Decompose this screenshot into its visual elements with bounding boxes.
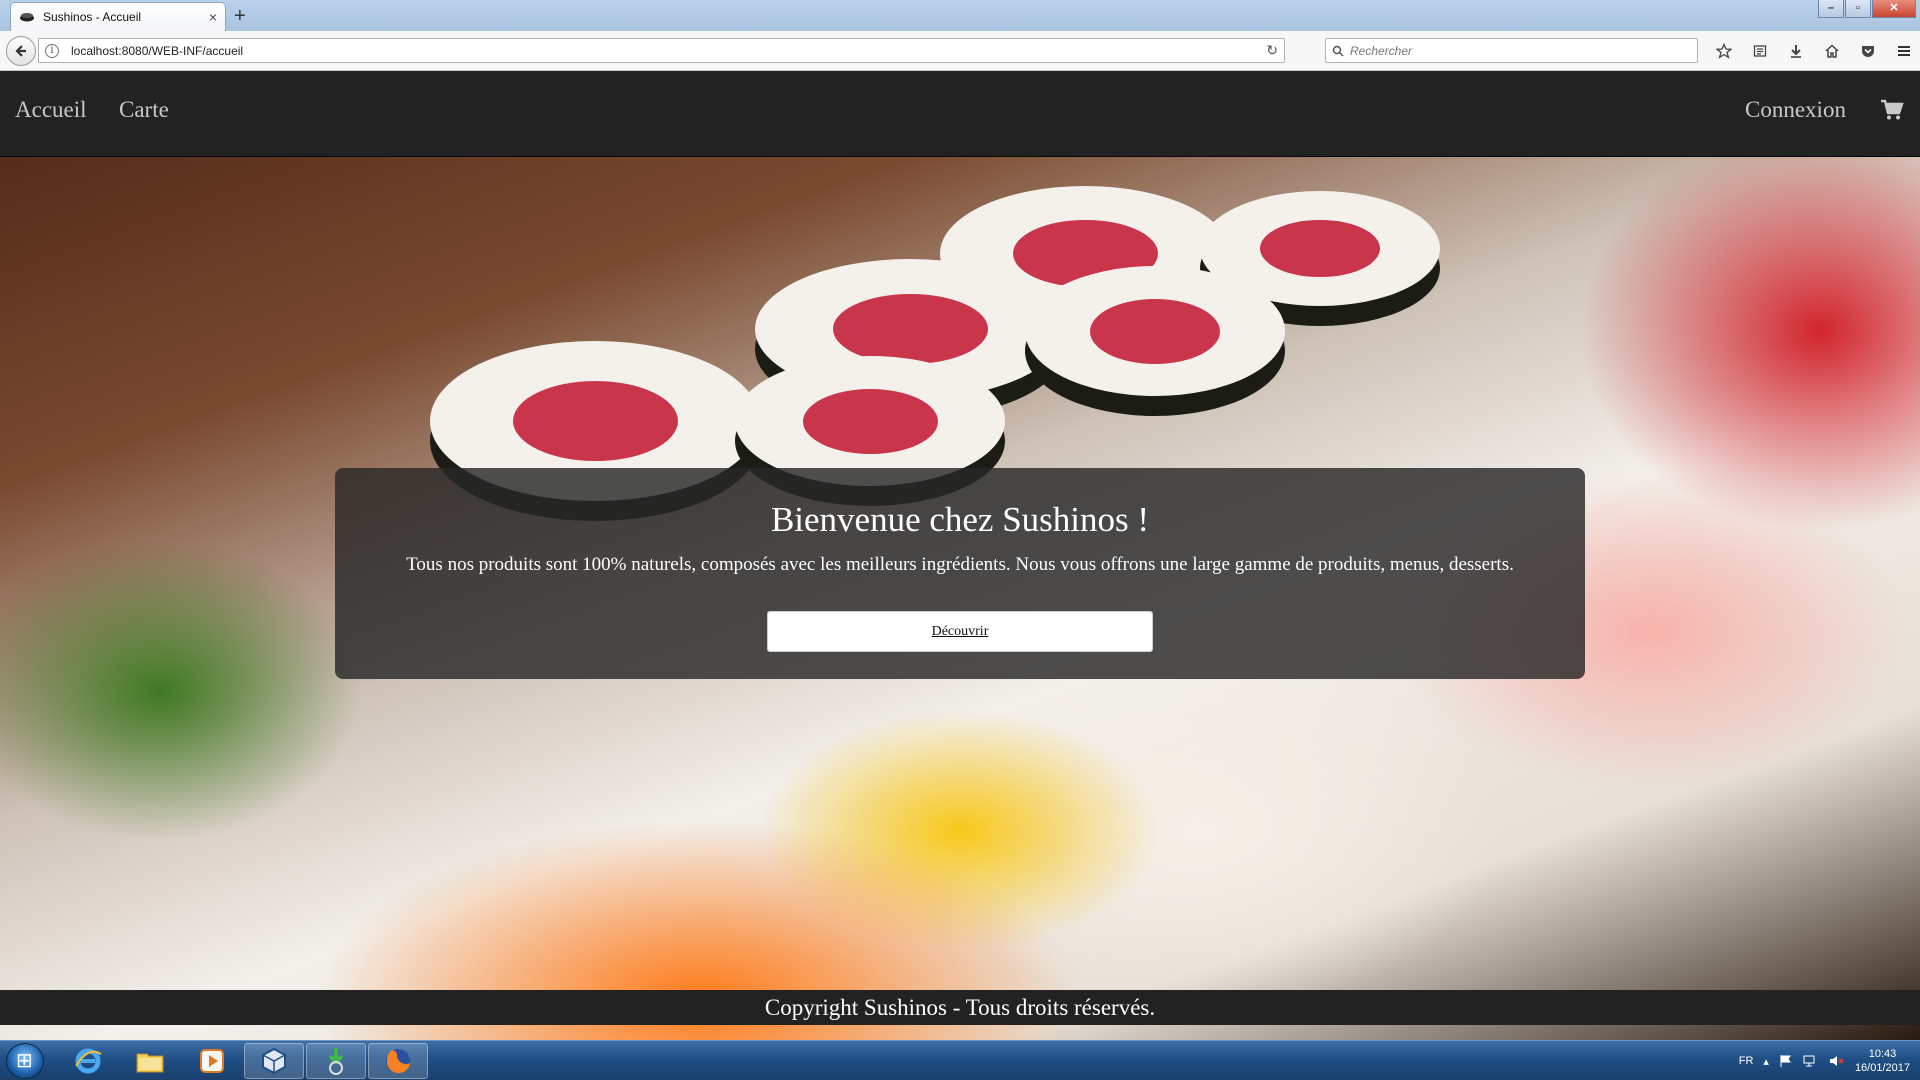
search-icon bbox=[1332, 45, 1344, 57]
bookmark-star-icon[interactable] bbox=[1706, 39, 1742, 63]
welcome-jumbotron: Bienvenue chez Sushinos ! Tous nos produ… bbox=[335, 468, 1585, 679]
discover-button[interactable]: Découvrir bbox=[767, 611, 1153, 652]
system-tray: FR ▴ 10:43 16/01/2017 bbox=[1739, 1041, 1910, 1080]
start-button[interactable] bbox=[6, 1043, 44, 1079]
system-clock[interactable]: 10:43 16/01/2017 bbox=[1855, 1047, 1910, 1075]
file-explorer-icon[interactable] bbox=[120, 1043, 180, 1079]
window-controls: – ▫ ✕ bbox=[1818, 0, 1916, 18]
address-bar[interactable]: i localhost:8080/WEB-INF/accueil ↻ bbox=[38, 38, 1285, 63]
shopping-cart-icon[interactable] bbox=[1880, 99, 1904, 126]
firefox-icon[interactable] bbox=[368, 1043, 428, 1079]
maximize-icon[interactable]: ▫ bbox=[1845, 0, 1871, 18]
sushi-favicon-icon bbox=[19, 11, 37, 23]
url-text[interactable]: localhost:8080/WEB-INF/accueil bbox=[71, 44, 1266, 58]
browser-navigation-bar: i localhost:8080/WEB-INF/accueil ↻ Reche… bbox=[0, 31, 1920, 71]
search-input[interactable]: Rechercher bbox=[1325, 38, 1698, 63]
browser-tab-bar: Sushinos - Accueil × + – ▫ ✕ bbox=[0, 0, 1920, 31]
browser-tab-active[interactable]: Sushinos - Accueil × bbox=[10, 2, 226, 31]
download-icon[interactable] bbox=[1778, 39, 1814, 63]
network-icon[interactable] bbox=[1803, 1054, 1819, 1068]
download-manager-icon[interactable] bbox=[306, 1043, 366, 1079]
volume-muted-icon[interactable] bbox=[1829, 1054, 1845, 1068]
reload-icon[interactable]: ↻ bbox=[1266, 42, 1278, 59]
web-page: Accueil Carte Connexion Bienvenue chez S… bbox=[0, 71, 1920, 1040]
nav-menu-link[interactable]: Carte bbox=[119, 97, 169, 123]
media-player-icon[interactable] bbox=[182, 1043, 242, 1079]
virtualbox-icon[interactable] bbox=[244, 1043, 304, 1079]
sushi-roll-image bbox=[735, 356, 1005, 486]
nav-home-link[interactable]: Accueil bbox=[15, 97, 87, 123]
action-center-flag-icon[interactable] bbox=[1779, 1054, 1793, 1068]
internet-explorer-icon[interactable] bbox=[58, 1043, 118, 1079]
minimize-icon[interactable]: – bbox=[1818, 0, 1844, 18]
browser-toolbar-icons bbox=[1706, 39, 1920, 63]
nav-login-link[interactable]: Connexion bbox=[1745, 97, 1846, 123]
home-icon[interactable] bbox=[1814, 39, 1850, 63]
tab-title: Sushinos - Accueil bbox=[43, 10, 142, 24]
welcome-title: Bienvenue chez Sushinos ! bbox=[770, 500, 1150, 539]
windows-taskbar: FR ▴ 10:43 16/01/2017 bbox=[0, 1040, 1920, 1080]
back-button[interactable] bbox=[6, 36, 36, 66]
show-hidden-icons-icon[interactable]: ▴ bbox=[1763, 1055, 1769, 1068]
clock-date: 16/01/2017 bbox=[1854, 1062, 1910, 1074]
reading-list-icon[interactable] bbox=[1742, 39, 1778, 63]
pocket-icon[interactable] bbox=[1850, 39, 1886, 63]
sushi-roll-image bbox=[1025, 266, 1285, 396]
search-placeholder: Rechercher bbox=[1350, 43, 1413, 58]
new-tab-button[interactable]: + bbox=[234, 4, 246, 28]
site-navbar: Accueil Carte Connexion bbox=[0, 71, 1920, 157]
site-footer: Copyright Sushinos - Tous droits réservé… bbox=[0, 990, 1920, 1025]
clock-time: 10:43 bbox=[1868, 1048, 1897, 1060]
site-info-icon[interactable]: i bbox=[45, 43, 59, 58]
menu-hamburger-icon[interactable] bbox=[1886, 39, 1920, 63]
language-indicator[interactable]: FR bbox=[1739, 1055, 1754, 1067]
tab-close-icon[interactable]: × bbox=[209, 9, 217, 25]
window-close-icon[interactable]: ✕ bbox=[1872, 0, 1916, 18]
back-arrow-icon bbox=[15, 45, 26, 57]
welcome-text: Tous nos produits sont 100% naturels, co… bbox=[406, 554, 1514, 575]
